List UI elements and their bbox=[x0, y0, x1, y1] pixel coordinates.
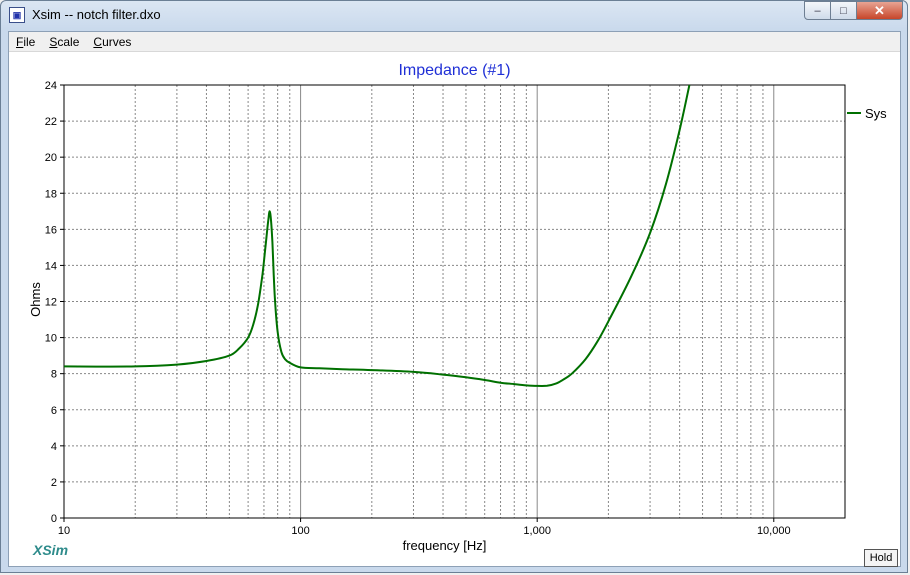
menu-curves-accel: C bbox=[93, 34, 103, 49]
menu-scale-rest: cale bbox=[57, 34, 80, 49]
hold-button[interactable]: Hold bbox=[864, 549, 898, 567]
xsim-app-icon[interactable]: ▣ bbox=[9, 7, 25, 23]
window-controls: ‒ □ ✕ bbox=[804, 1, 903, 21]
y-tick-label: 22 bbox=[45, 116, 57, 128]
maximize-icon: □ bbox=[840, 4, 847, 17]
y-axis-label: Ohms bbox=[28, 282, 43, 317]
minimize-icon: ‒ bbox=[814, 4, 821, 17]
y-tick-label: 16 bbox=[45, 224, 57, 236]
y-tick-label: 14 bbox=[45, 260, 57, 272]
x-tick-label: 10,000 bbox=[757, 525, 791, 537]
menu-curves[interactable]: Curves bbox=[86, 35, 138, 49]
title-bar[interactable]: ▣ Xsim -- notch filter.dxo ‒ □ ✕ bbox=[1, 1, 907, 31]
y-tick-label: 18 bbox=[45, 188, 57, 200]
x-tick-label: 10 bbox=[58, 525, 70, 537]
y-tick-label: 8 bbox=[51, 369, 57, 381]
y-tick-label: 24 bbox=[45, 80, 57, 92]
x-tick-label: 100 bbox=[291, 525, 309, 537]
maximize-button[interactable]: □ bbox=[831, 1, 857, 20]
y-tick-label: 0 bbox=[51, 513, 57, 525]
close-icon: ✕ bbox=[874, 2, 885, 18]
client-area: File Scale Curves Impedance (#1) 0 2 4 6 8 10… bbox=[8, 31, 901, 567]
legend-label: Sys bbox=[865, 106, 887, 121]
menu-bar: File Scale Curves bbox=[9, 32, 900, 52]
x-tick-label: 1,000 bbox=[523, 525, 551, 537]
window-title: Xsim -- notch filter.dxo bbox=[32, 7, 161, 22]
close-button[interactable]: ✕ bbox=[857, 1, 903, 20]
plot-area: Impedance (#1) 0 2 4 6 8 10 12 14 16 18 20 22 24 10 10… bbox=[9, 52, 900, 567]
x-axis-label: frequency [Hz] bbox=[403, 538, 487, 553]
minimize-button[interactable]: ‒ bbox=[804, 1, 831, 20]
y-tick-label: 10 bbox=[45, 333, 57, 345]
menu-file-rest: ile bbox=[23, 34, 36, 49]
series-line-sys bbox=[64, 85, 691, 387]
app-window: ▣ Xsim -- notch filter.dxo ‒ □ ✕ File Sc… bbox=[0, 0, 908, 573]
y-tick-label: 2 bbox=[51, 477, 57, 489]
y-tick-label: 6 bbox=[51, 405, 57, 417]
y-tick-label: 12 bbox=[45, 297, 57, 309]
impedance-chart[interactable]: 02468101214161820222410 100 1,000 10,000fre… bbox=[9, 52, 900, 566]
y-tick-label: 4 bbox=[51, 441, 57, 453]
xsim-logo: XSim bbox=[33, 542, 69, 558]
menu-scale[interactable]: Scale bbox=[42, 35, 86, 49]
y-tick-label: 20 bbox=[45, 152, 57, 164]
menu-file[interactable]: File bbox=[9, 35, 42, 49]
menu-curves-rest: urves bbox=[102, 34, 132, 49]
